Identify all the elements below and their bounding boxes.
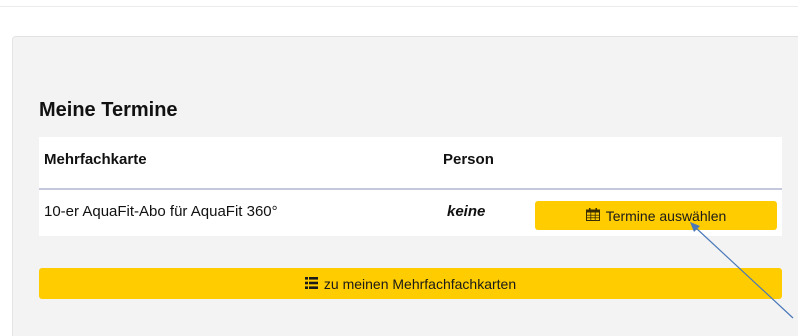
section-title: Meine Termine: [39, 99, 178, 121]
appointments-table: Mehrfachkarte Person 10-er AquaFit-Abo f…: [39, 137, 782, 236]
my-cards-button[interactable]: zu meinen Mehrfachfachkarten: [39, 268, 782, 299]
list-icon: [304, 276, 318, 292]
column-header-person: Person: [443, 151, 494, 168]
calendar-icon: [585, 207, 600, 224]
column-header-card: Mehrfachkarte: [44, 151, 147, 168]
card-name-cell: 10-er AquaFit-Abo für AquaFit 360°: [44, 203, 278, 220]
top-divider: [0, 6, 798, 7]
table-row: 10-er AquaFit-Abo für AquaFit 360° keine…: [39, 190, 782, 236]
table-header: Mehrfachkarte Person: [39, 137, 782, 190]
my-cards-label: zu meinen Mehrfachfachkarten: [323, 275, 517, 292]
person-cell: keine: [447, 203, 486, 220]
select-dates-button[interactable]: Termine auswählen: [535, 201, 777, 230]
select-dates-label: Termine auswählen: [605, 207, 727, 224]
